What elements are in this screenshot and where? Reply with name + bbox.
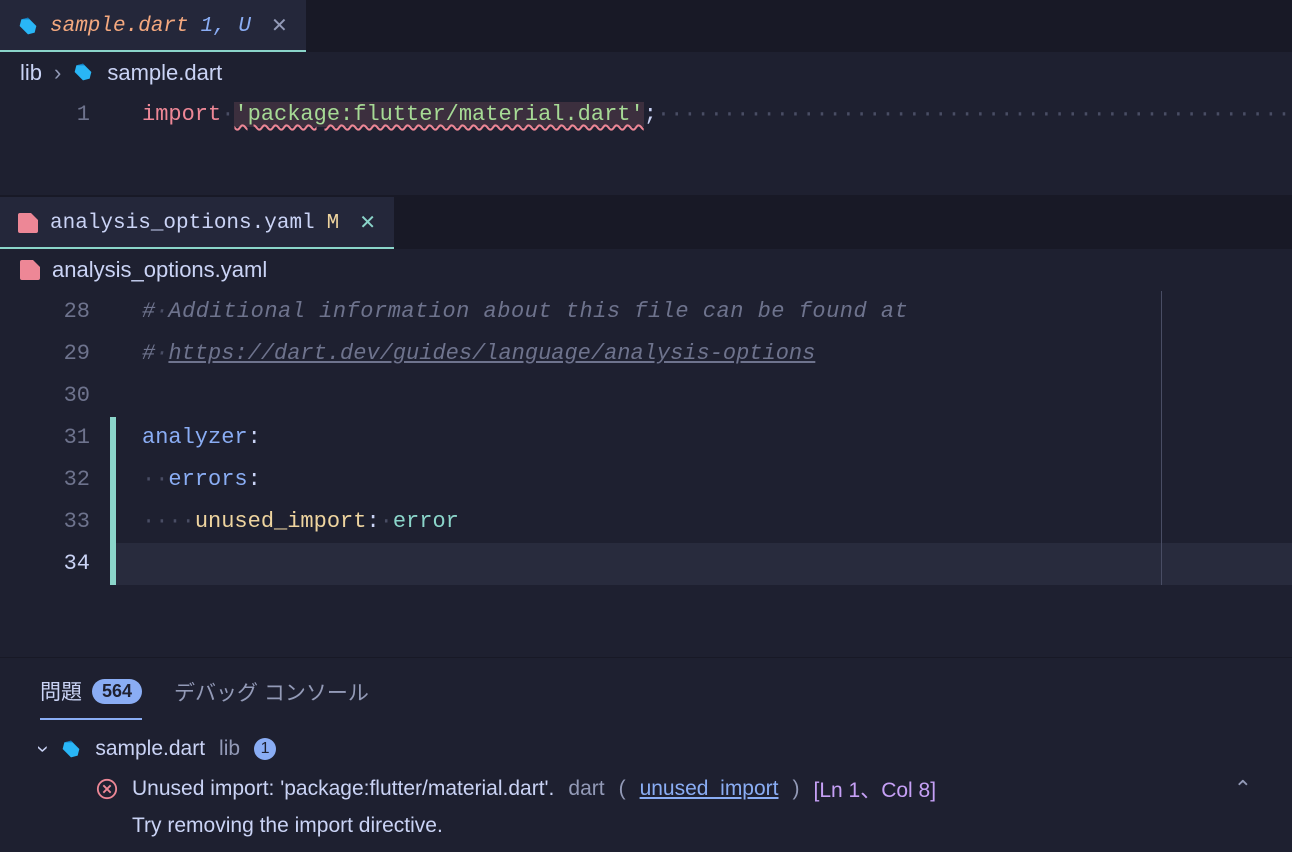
tab-status: 1, U [201,15,251,38]
problem-message: Unused import: 'package:flutter/material… [132,777,554,801]
line-number: 32 [0,459,110,501]
keyword-import: import [142,102,221,127]
tab-filename: analysis_options.yaml [50,212,315,235]
mid-tab-bar: analysis_options.yaml M ✕ [0,197,1292,249]
top-tab-bar: sample.dart 1, U ✕ [0,0,1292,52]
doc-link[interactable]: https://dart.dev/guides/language/analysi… [168,341,815,366]
code-line[interactable] [116,375,1292,417]
tab-sample-dart[interactable]: sample.dart 1, U ✕ [0,0,306,52]
problem-location: [Ln 1、Col 8] [814,774,937,804]
breadcrumb-file: analysis_options.yaml [52,257,267,283]
problems-panel: 問題 564 デバッグ コンソール › sample.dart lib 1 Un… [0,657,1292,852]
chevron-up-icon[interactable]: ⌃ [1234,776,1252,802]
code-line[interactable] [116,543,1292,585]
breadcrumb-folder: lib [20,60,42,86]
problem-code-link[interactable]: unused_import [640,777,779,801]
line-number: 30 [0,375,110,417]
line-number: 34 [0,543,110,585]
problems-count-badge: 564 [92,679,142,704]
panel-tab-bar: 問題 564 デバッグ コンソール [0,658,1292,720]
problem-file-row[interactable]: › sample.dart lib 1 [40,730,1252,768]
top-editor-area[interactable]: 1 import·'package:flutter/material.dart'… [0,94,1292,136]
top-editor-pane: sample.dart 1, U ✕ lib › sample.dart 1 i… [0,0,1292,195]
line-number: 31 [0,417,110,459]
panel-tab-debug-console[interactable]: デバッグ コンソール [174,668,369,720]
code-line[interactable]: import·'package:flutter/material.dart';·… [116,94,1292,136]
ruler [1161,291,1162,585]
file-name: sample.dart [95,737,205,761]
problems-list: › sample.dart lib 1 Unused import: 'pack… [0,720,1292,852]
mid-editor-area[interactable]: 28 #·Additional information about this f… [0,291,1292,585]
yaml-file-icon [20,260,40,280]
problem-source: dart [568,777,604,801]
import-string: 'package:flutter/material.dart' [234,102,643,127]
dart-file-icon [18,16,38,36]
chevron-down-icon[interactable]: › [31,745,57,752]
problem-hint: Try removing the import directive. [40,810,1252,842]
line-number: 29 [0,333,110,375]
code-line[interactable]: #·https://dart.dev/guides/language/analy… [116,333,1292,375]
code-line[interactable]: analyzer: [116,417,1292,459]
bottom-editor-pane: analysis_options.yaml M ✕ analysis_optio… [0,197,1292,657]
tab-analysis-options[interactable]: analysis_options.yaml M ✕ [0,197,394,249]
error-icon [96,778,118,800]
top-breadcrumb[interactable]: lib › sample.dart [0,52,1292,94]
mid-breadcrumb[interactable]: analysis_options.yaml [0,249,1292,291]
dart-file-icon [73,62,95,84]
tab-filename: sample.dart [50,15,189,38]
code-line[interactable]: #·Additional information about this file… [116,291,1292,333]
tab-label: 問題 [40,676,82,706]
tab-status: M [327,212,340,235]
panel-tab-problems[interactable]: 問題 564 [40,668,142,720]
breadcrumb-file: sample.dart [107,60,222,86]
code-line[interactable]: ··errors: [116,459,1292,501]
semicolon: ; [644,102,657,127]
tab-label: デバッグ コンソール [174,677,369,707]
dart-file-icon [61,739,81,759]
yaml-file-icon [18,213,38,233]
file-folder: lib [219,737,240,761]
close-icon[interactable]: ✕ [271,13,288,39]
file-problem-count: 1 [254,738,276,760]
problem-item[interactable]: Unused import: 'package:flutter/material… [40,768,1252,810]
code-line[interactable]: ····unused_import:·error [116,501,1292,543]
chevron-right-icon: › [54,60,61,86]
line-number: 1 [0,94,110,136]
close-icon[interactable]: ✕ [359,210,376,236]
line-number: 28 [0,291,110,333]
line-number: 33 [0,501,110,543]
